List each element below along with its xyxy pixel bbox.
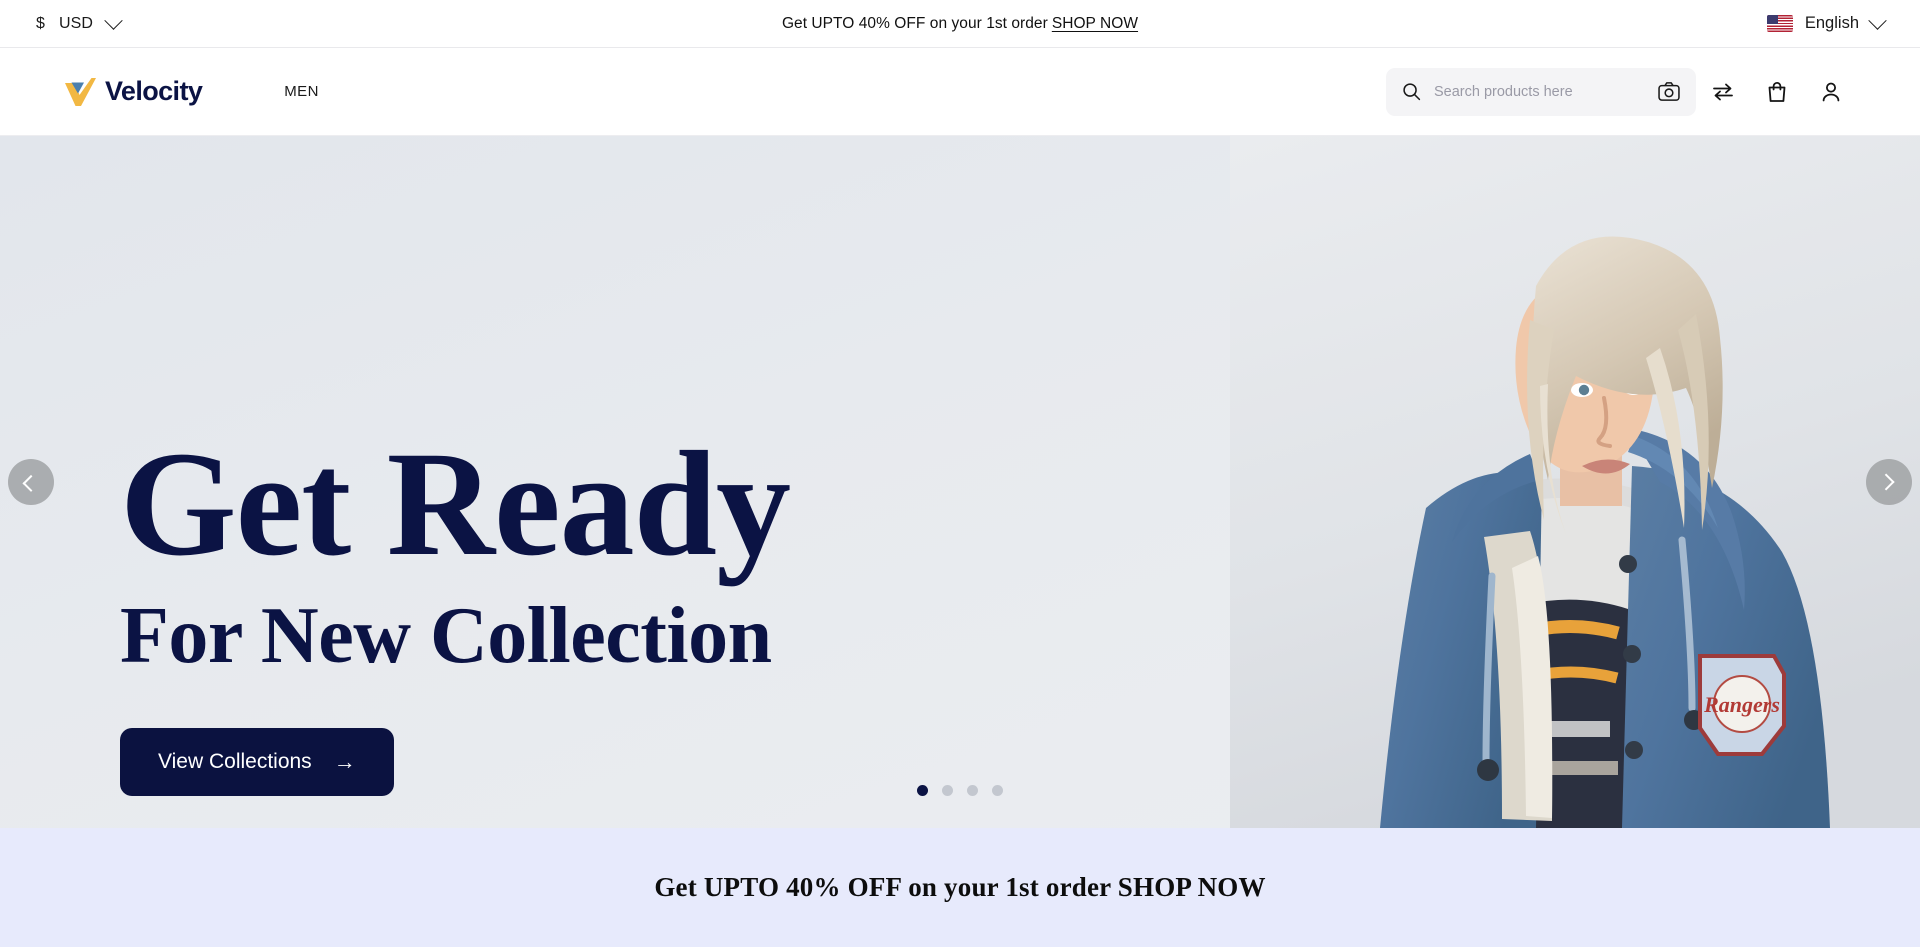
promo-message-wrap: Get UPTO 40% OFF on your 1st order SHOP N… [0, 0, 1920, 47]
header-actions [1386, 65, 1858, 119]
promo-shop-now-link[interactable]: SHOP NOW [1052, 15, 1138, 32]
currency-code: USD [59, 14, 94, 32]
hero-model-photo: Rangers [1230, 136, 1920, 828]
main-navigation: MEN [280, 75, 323, 108]
promo-message-text: Get UPTO 40% OFF on your 1st order [781, 14, 1048, 32]
carousel-next-button[interactable] [1866, 459, 1912, 505]
user-icon [1822, 82, 1840, 101]
velocity-logo-icon [65, 77, 96, 106]
search-input[interactable] [1434, 83, 1645, 100]
site-header: Velocity MEN [0, 48, 1920, 136]
hero-title: Get Ready [120, 421, 791, 587]
hero-carousel: Rangers Get Ready For New Collection Vie… [0, 136, 1920, 828]
chevron-down-icon [1868, 11, 1887, 30]
chevron-left-icon [22, 474, 40, 492]
language-label: English [1804, 14, 1859, 32]
us-flag-icon [1766, 15, 1793, 32]
bottom-promo-text: Get UPTO 40% OFF on your 1st order SHOP … [654, 872, 1266, 902]
carousel-dot-3[interactable] [967, 785, 978, 796]
currency-symbol: $ [36, 14, 45, 32]
account-button[interactable] [1804, 65, 1858, 119]
view-collections-label: View Collections [158, 750, 312, 773]
model-illustration: Rangers [1230, 136, 1920, 828]
hero-subtitle: For New Collection [120, 592, 772, 680]
carousel-dots [0, 785, 1920, 796]
chevron-down-icon [104, 11, 123, 30]
carousel-dot-2[interactable] [942, 785, 953, 796]
shopping-bag-icon [1768, 81, 1786, 102]
brand-logo[interactable]: Velocity [62, 76, 203, 107]
promo-message: Get UPTO 40% OFF on your 1st order SHOP N… [782, 15, 1138, 33]
cart-button[interactable] [1750, 65, 1804, 119]
arrow-right-icon: → [333, 749, 356, 774]
compare-arrows-icon [1713, 83, 1733, 100]
brand-name: Velocity [105, 76, 203, 106]
camera-icon[interactable] [1658, 82, 1680, 101]
language-selector[interactable]: English [1766, 11, 1887, 33]
bottom-promo-banner: Get UPTO 40% OFF on your 1st order SHOP … [0, 828, 1920, 947]
nav-item-men[interactable]: MEN [280, 75, 323, 108]
search-box[interactable] [1386, 67, 1696, 116]
top-announcement-bar: $ USD Get UPTO 40% OFF on your 1st order… [0, 0, 1920, 48]
compare-button[interactable] [1696, 65, 1750, 119]
carousel-prev-button[interactable] [8, 459, 54, 505]
carousel-dot-1[interactable] [917, 785, 928, 796]
carousel-dot-4[interactable] [992, 785, 1003, 796]
chevron-right-icon [1877, 473, 1895, 491]
svg-text:Rangers: Rangers [1703, 692, 1780, 717]
hero-copy: Get Ready For New Collection View Collec… [120, 421, 791, 796]
search-icon [1403, 83, 1421, 101]
currency-selector[interactable]: $ USD [36, 11, 123, 33]
